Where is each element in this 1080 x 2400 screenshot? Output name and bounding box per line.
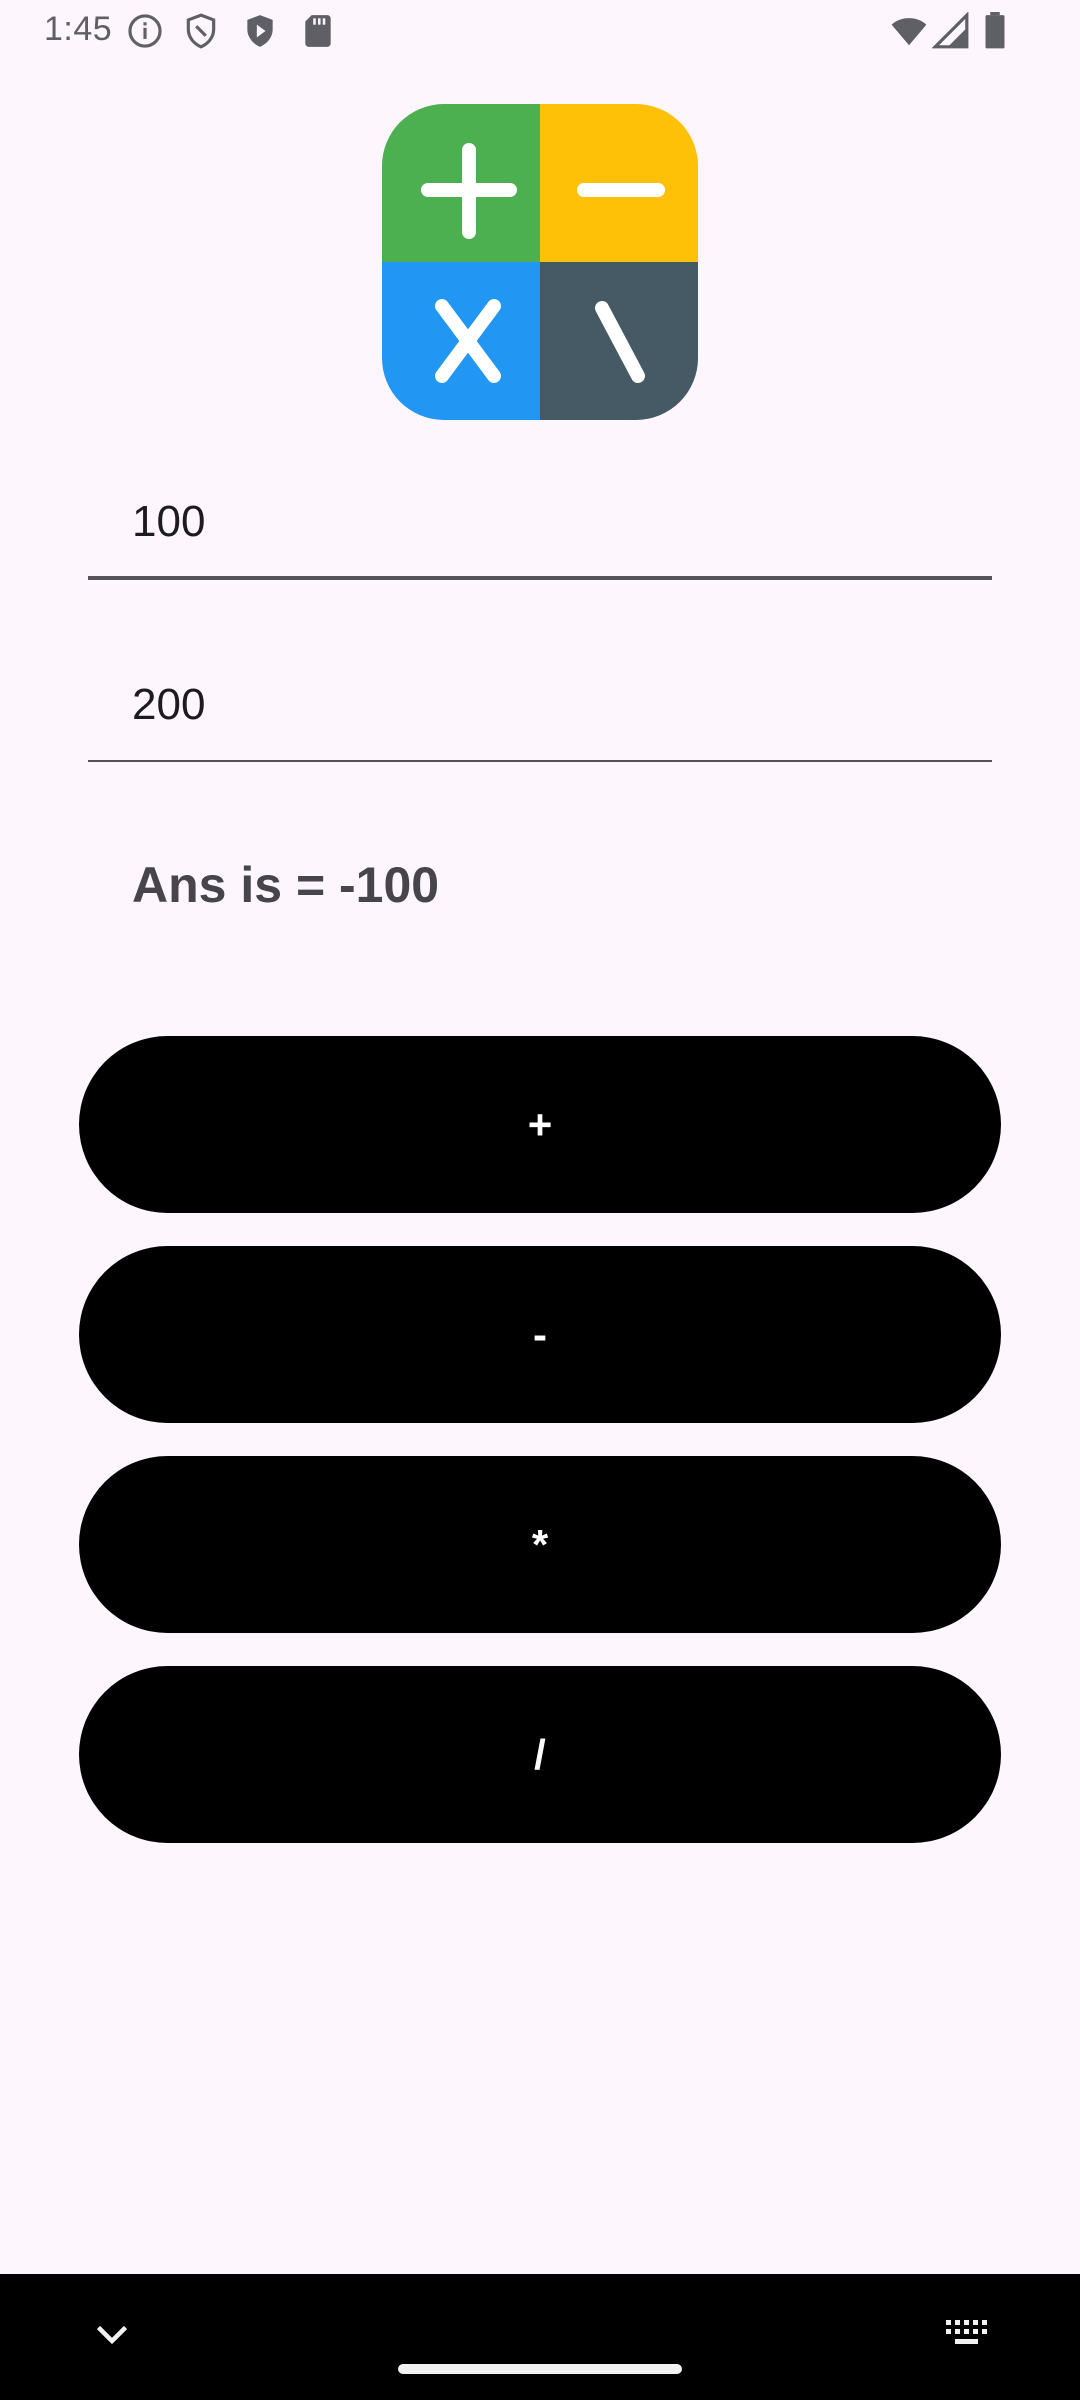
divide-button[interactable]: /	[79, 1666, 1001, 1843]
status-bar: 1:45	[0, 0, 1080, 64]
shield-outline-icon	[182, 12, 220, 50]
first-number-input[interactable]	[132, 468, 952, 576]
first-number-field[interactable]	[88, 468, 992, 580]
multiply-button[interactable]: *	[79, 1456, 1001, 1633]
answer-text: Ans is = -100	[132, 857, 440, 913]
keyboard-icon[interactable]	[944, 2318, 990, 2348]
wifi-icon	[888, 12, 930, 50]
sd-card-icon	[299, 12, 337, 50]
signal-icon	[932, 12, 970, 50]
home-handle[interactable]	[398, 2364, 682, 2374]
navigation-bar	[0, 2274, 1080, 2400]
shield-play-icon	[241, 12, 279, 50]
status-time: 1:45	[44, 10, 113, 48]
second-number-field[interactable]	[88, 650, 992, 762]
chevron-down-icon[interactable]	[94, 2320, 130, 2350]
second-number-input[interactable]	[132, 650, 952, 760]
calculator-logo	[382, 104, 698, 420]
subtract-button[interactable]: -	[79, 1246, 1001, 1423]
info-icon	[126, 12, 164, 50]
add-button[interactable]: +	[79, 1036, 1001, 1213]
battery-icon	[982, 12, 1008, 50]
